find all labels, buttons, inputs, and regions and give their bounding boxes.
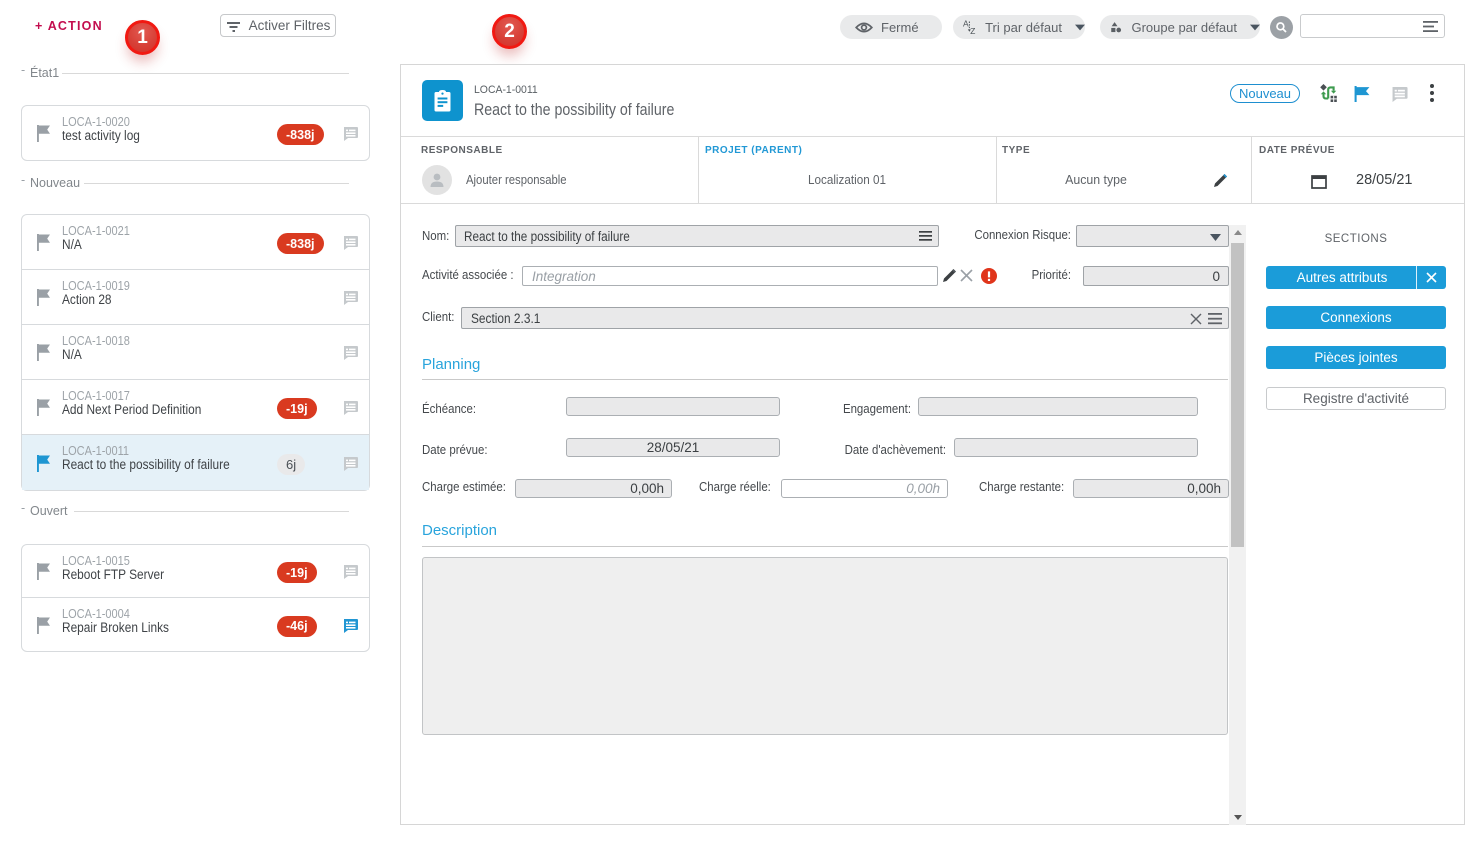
- svg-text:A: A: [963, 19, 969, 29]
- svg-text:Z: Z: [970, 26, 975, 36]
